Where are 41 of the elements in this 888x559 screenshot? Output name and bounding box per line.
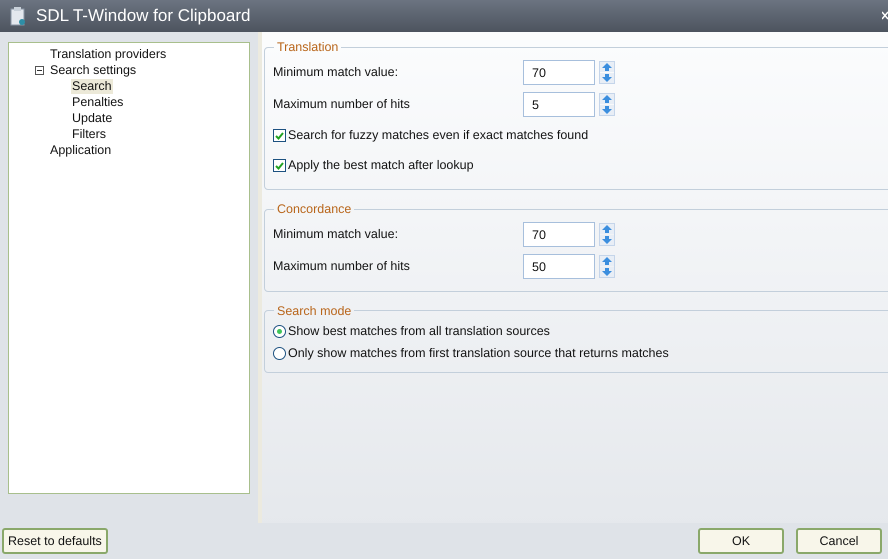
up-arrow-icon[interactable] [600, 62, 614, 72]
checkbox-label: Search for fuzzy matches even if exact matches found [288, 127, 588, 144]
window-title: SDL T-Window for Clipboard [36, 5, 252, 28]
group-title: Search mode [276, 302, 352, 320]
radio-button[interactable] [273, 346, 286, 360]
group-title: Translation [276, 39, 340, 56]
number-field[interactable]: 50 [523, 254, 595, 279]
close-icon[interactable] [882, 11, 888, 21]
tree-item[interactable]: Filters [71, 126, 108, 142]
field-label: Maximum number of hits [273, 96, 411, 114]
tree-item[interactable]: Penalties [71, 94, 124, 110]
down-arrow-icon[interactable] [600, 267, 614, 277]
field-label: Maximum number of hits [273, 258, 411, 276]
clipboard-icon [10, 6, 26, 26]
number-field[interactable]: 70 [523, 222, 595, 247]
reset-button[interactable]: Reset to defaults [2, 528, 108, 554]
up-arrow-icon[interactable] [600, 224, 614, 234]
collapse-icon[interactable] [35, 66, 44, 74]
cancel-button[interactable]: Cancel [796, 528, 882, 554]
ok-button[interactable]: OK [698, 528, 784, 554]
field-label: Minimum match value: [273, 64, 400, 82]
up-arrow-icon[interactable] [600, 94, 614, 104]
radio-label: Only show matches from first translation source that returns matches [288, 344, 669, 362]
tree-item[interactable]: Update [71, 110, 114, 126]
down-arrow-icon[interactable] [600, 73, 614, 84]
radio-button[interactable] [273, 324, 286, 338]
group-title: Concordance [276, 200, 352, 218]
tree-item[interactable]: Translation providers [49, 46, 168, 62]
field-label: Minimum match value: [273, 226, 400, 244]
radio-label: Show best matches from all translation sources [288, 322, 550, 340]
number-field[interactable]: 5 [523, 92, 595, 118]
up-arrow-icon[interactable] [600, 256, 614, 266]
checkbox[interactable] [273, 159, 286, 172]
down-arrow-icon[interactable] [600, 235, 614, 245]
tree-item[interactable]: Application [49, 142, 112, 158]
tree-item[interactable]: Search [71, 78, 113, 94]
down-arrow-icon[interactable] [600, 105, 614, 116]
number-field[interactable]: 70 [523, 60, 595, 86]
tree-item[interactable]: Search settings [49, 62, 138, 78]
checkbox[interactable] [273, 129, 286, 142]
checkbox-label: Apply the best match after lookup [288, 157, 474, 174]
